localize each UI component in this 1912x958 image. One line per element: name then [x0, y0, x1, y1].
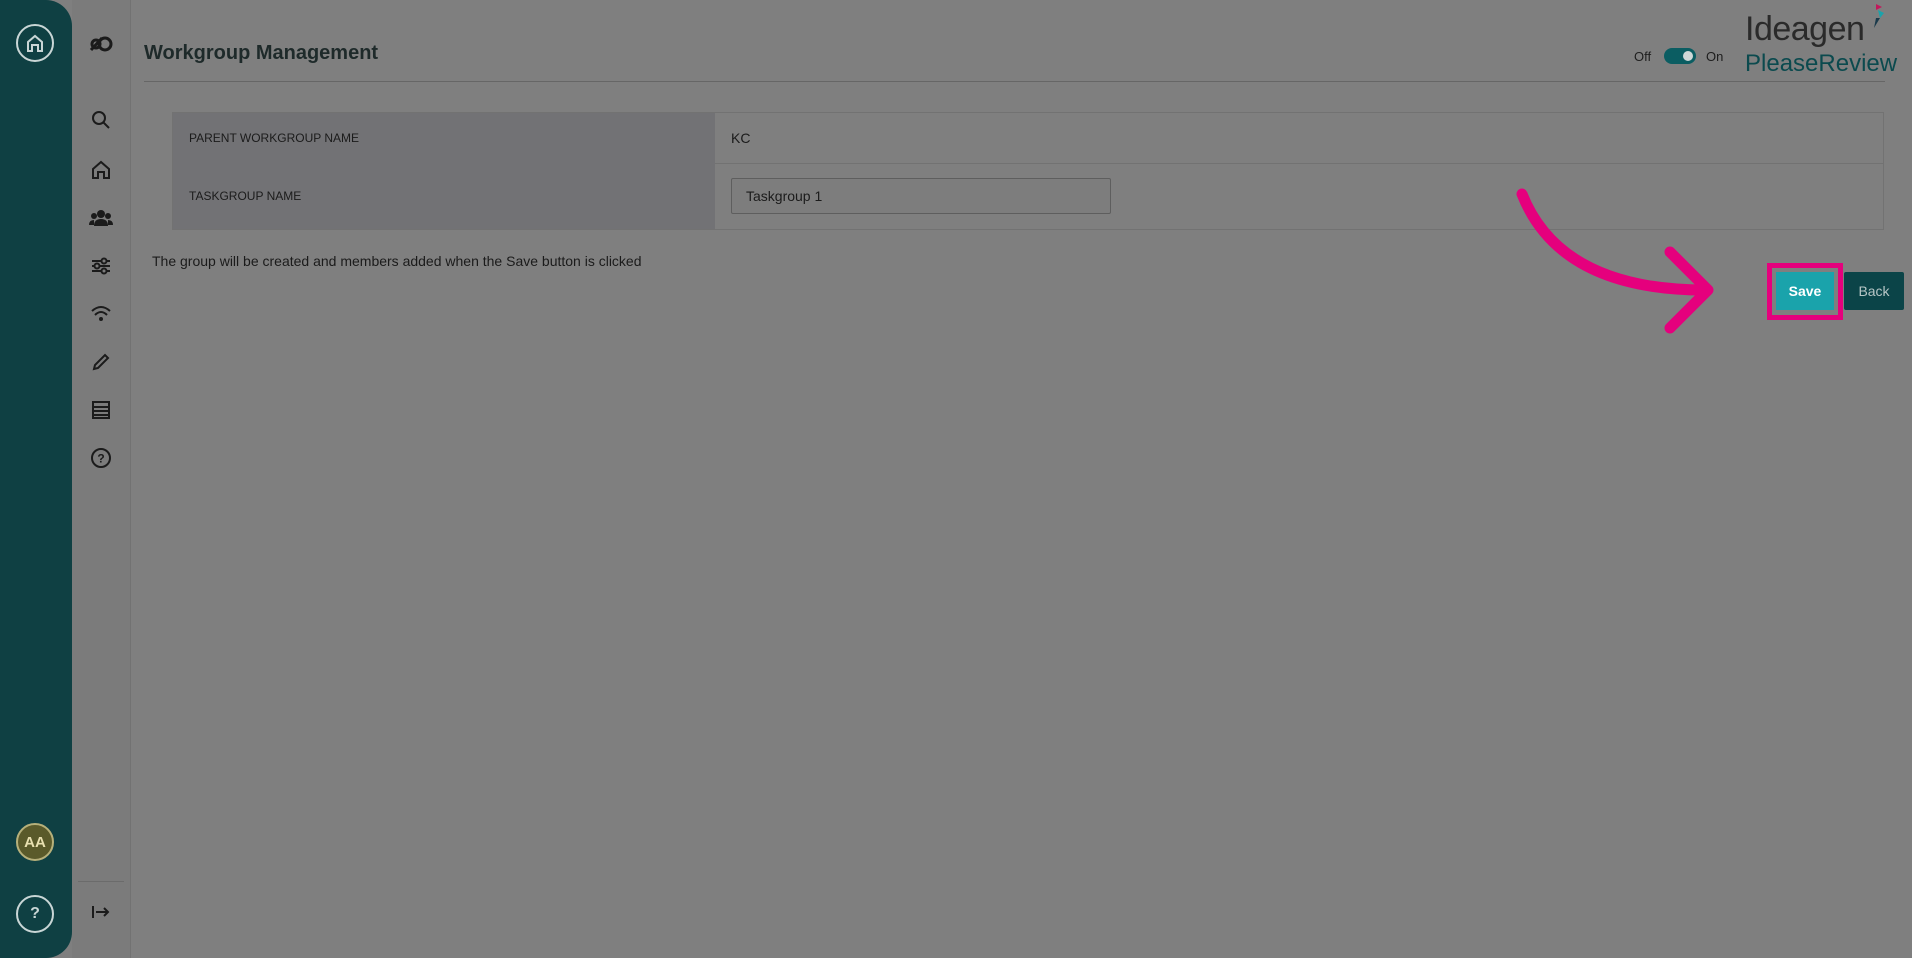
parent-workgroup-label: PARENT WORKGROUP NAME: [173, 113, 715, 163]
product-logo-text: PleaseReview: [1745, 50, 1898, 77]
search-icon[interactable]: [87, 106, 115, 134]
save-button[interactable]: Save: [1776, 272, 1834, 310]
brand-logo-mark-icon: [1874, 4, 1884, 28]
app-rail: AA ?: [0, 0, 72, 958]
sliders-icon[interactable]: [87, 252, 115, 280]
avatar[interactable]: AA: [16, 823, 54, 861]
back-button[interactable]: Back: [1844, 272, 1904, 310]
toggle-switch[interactable]: [1664, 48, 1696, 64]
taskgroup-name-input[interactable]: [731, 178, 1111, 214]
nav-divider: [78, 881, 124, 882]
parent-workgroup-value: KC: [731, 130, 751, 146]
pencil-icon[interactable]: [87, 348, 115, 376]
home-icon[interactable]: [16, 24, 54, 62]
svg-text:?: ?: [97, 452, 104, 466]
brand-logo-text: Ideagen: [1745, 10, 1865, 48]
expand-icon[interactable]: [87, 898, 115, 926]
list-icon[interactable]: [87, 396, 115, 424]
header-divider: [144, 81, 1885, 82]
help-circle-icon[interactable]: ?: [87, 444, 115, 472]
page-title: Workgroup Management: [144, 42, 379, 64]
signal-icon[interactable]: [87, 300, 115, 328]
sidebar-nav: ?: [72, 0, 131, 958]
taskgroup-name-label: TASKGROUP NAME: [173, 163, 715, 229]
logo-icon[interactable]: [87, 30, 115, 58]
home-icon[interactable]: [87, 156, 115, 184]
toggle-on-label: On: [1706, 49, 1724, 64]
info-message: The group will be created and members ad…: [152, 253, 642, 269]
annotation-arrow-icon: [1516, 188, 1714, 334]
form-row-parent: PARENT WORKGROUP NAME KC: [173, 113, 1883, 164]
users-icon[interactable]: [87, 204, 115, 232]
toggle-off-label: Off: [1634, 49, 1652, 64]
help-button[interactable]: ?: [16, 895, 54, 933]
toggle-knob: [1683, 51, 1693, 61]
